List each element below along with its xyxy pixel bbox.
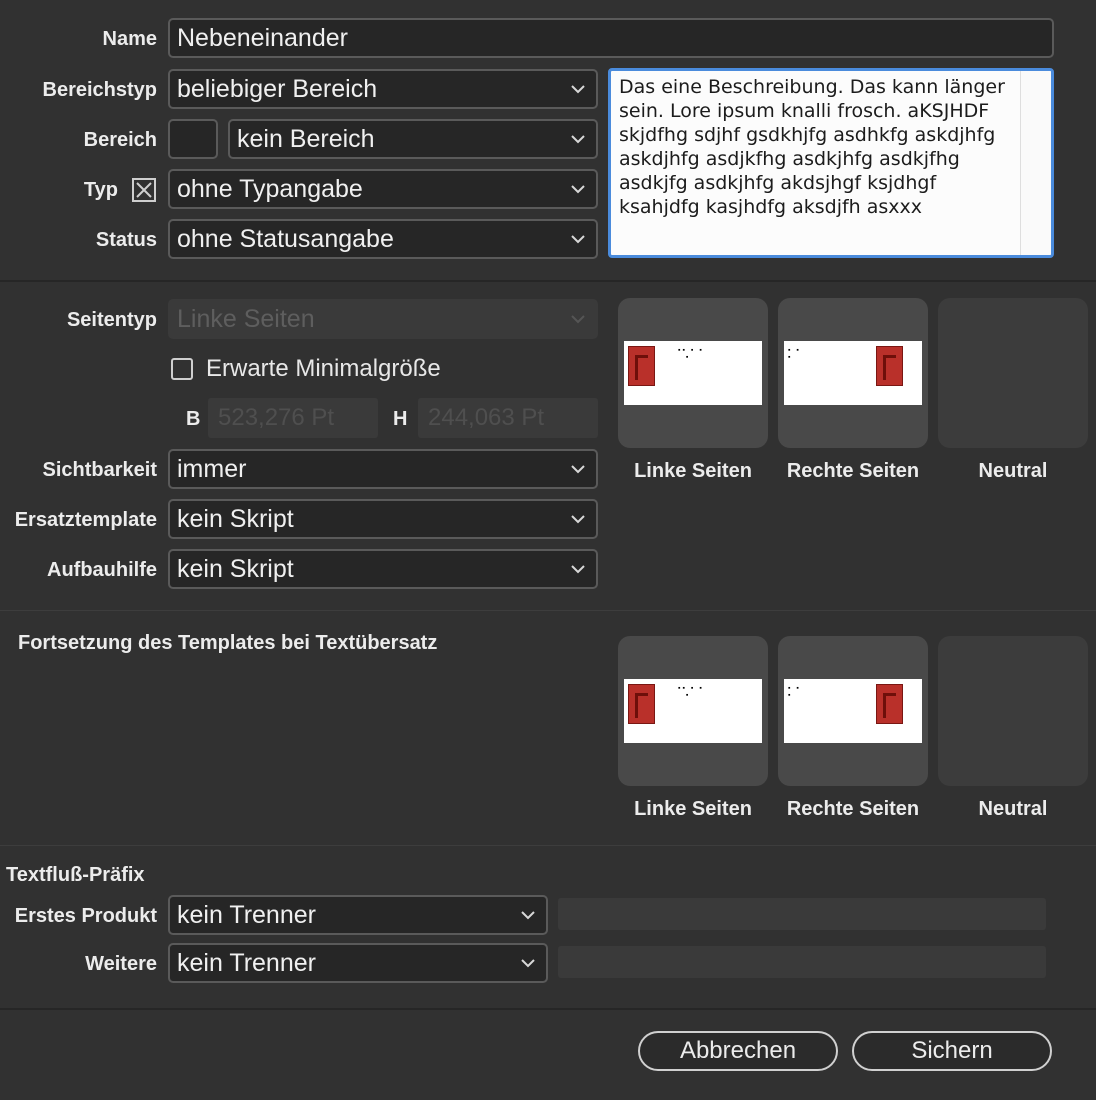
- description-textarea[interactable]: Das eine Beschreibung. Das kann länger s…: [608, 68, 1054, 258]
- further-text-input[interactable]: [558, 946, 1046, 978]
- chevron-down-icon: [570, 311, 586, 327]
- thumbnail-neutral-label: Neutral: [978, 798, 1048, 820]
- chevron-down-icon: [570, 461, 586, 477]
- chevron-down-icon: [570, 231, 586, 247]
- red-image: [628, 346, 655, 386]
- clear-box-icon[interactable]: [132, 178, 156, 202]
- first-product-select[interactable]: kein Trenner: [168, 895, 548, 935]
- divider: [0, 1008, 1096, 1010]
- save-button[interactable]: Sichern: [852, 1031, 1052, 1071]
- thumbnail-right-label: Rechte Seiten: [786, 798, 920, 820]
- text-dots: ▪ ▪ ▪: [788, 347, 801, 361]
- status-label: Status: [95, 229, 157, 251]
- sichtbarkeit-select[interactable]: immer: [168, 449, 598, 489]
- further-value: kein Trenner: [177, 949, 316, 977]
- page-preview: ▪ ▪ ▪: [784, 679, 922, 743]
- status-value: ohne Statusangabe: [177, 225, 394, 253]
- chevron-down-icon: [570, 81, 586, 97]
- typ-label: Typ: [83, 179, 118, 201]
- seitentyp-value: Linke Seiten: [177, 305, 315, 333]
- first-product-label: Erstes Produkt: [14, 905, 157, 927]
- seitentyp-select: Linke Seiten: [168, 299, 598, 339]
- thumbnail-right-label: Rechte Seiten: [786, 460, 920, 482]
- height-input[interactable]: 244,063 Pt: [418, 398, 598, 438]
- divider: [0, 845, 1096, 846]
- seitentyp-label: Seitentyp: [66, 309, 157, 331]
- typ-value: ohne Typangabe: [177, 175, 363, 203]
- bereichstyp-value: beliebiger Bereich: [177, 75, 378, 103]
- ersatztemplate-select[interactable]: kein Skript: [168, 499, 598, 539]
- chevron-down-icon: [570, 181, 586, 197]
- thumbnail-left-label: Linke Seiten: [634, 460, 752, 482]
- aufbauhilfe-label: Aufbauhilfe: [47, 559, 157, 581]
- aufbauhilfe-value: kein Skript: [177, 555, 294, 583]
- chevron-down-icon: [570, 561, 586, 577]
- first-product-value: kein Trenner: [177, 901, 316, 929]
- width-label: B: [186, 408, 201, 430]
- divider: [0, 610, 1096, 611]
- thumbnail-right-pages[interactable]: ▪ ▪ ▪: [778, 298, 928, 448]
- first-product-text-input[interactable]: [558, 898, 1046, 930]
- status-select[interactable]: ohne Statusangabe: [168, 219, 598, 259]
- thumbnail-neutral[interactable]: [938, 298, 1088, 448]
- thumbnail-neutral[interactable]: [938, 636, 1088, 786]
- ersatztemplate-value: kein Skript: [177, 505, 294, 533]
- thumbnail-neutral-label: Neutral: [978, 460, 1048, 482]
- page-preview: ▪▪ ▪ ▪ ▪: [624, 341, 762, 405]
- further-select[interactable]: kein Trenner: [168, 943, 548, 983]
- thumbnail-left-label: Linke Seiten: [634, 798, 752, 820]
- chevron-down-icon: [520, 907, 536, 923]
- bereichstyp-label: Bereichstyp: [42, 79, 158, 101]
- divider: [0, 280, 1096, 282]
- typ-select[interactable]: ohne Typangabe: [168, 169, 598, 209]
- min-size-checkbox[interactable]: [171, 358, 193, 380]
- thumbnail-left-pages[interactable]: ▪▪ ▪ ▪ ▪: [618, 636, 768, 786]
- further-label: Weitere: [85, 953, 157, 975]
- bereichstyp-select[interactable]: beliebiger Bereich: [168, 69, 598, 109]
- text-dots: ▪▪ ▪ ▪ ▪: [678, 685, 704, 699]
- name-input[interactable]: Nebeneinander: [168, 18, 1054, 58]
- description-text: Das eine Beschreibung. Das kann länger s…: [619, 76, 1005, 218]
- ersatztemplate-label: Ersatztemplate: [14, 509, 157, 531]
- thumbnail-left-pages[interactable]: ▪▪ ▪ ▪ ▪: [618, 298, 768, 448]
- chevron-down-icon: [570, 511, 586, 527]
- cancel-button[interactable]: Abbrechen: [638, 1031, 838, 1071]
- bereich-label: Bereich: [83, 129, 157, 151]
- page-preview: ▪▪ ▪ ▪ ▪: [624, 679, 762, 743]
- text-dots: ▪ ▪ ▪: [788, 685, 801, 699]
- chevron-down-icon: [570, 131, 586, 147]
- bereich-select[interactable]: kein Bereich: [228, 119, 598, 159]
- description-scrollbar[interactable]: [1020, 71, 1051, 255]
- width-input[interactable]: 523,276 Pt: [208, 398, 378, 438]
- sichtbarkeit-value: immer: [177, 455, 247, 483]
- red-image: [876, 346, 903, 386]
- red-image: [876, 684, 903, 724]
- height-label: H: [393, 408, 408, 430]
- name-label: Name: [102, 28, 157, 50]
- page-preview: ▪ ▪ ▪: [784, 341, 922, 405]
- red-image: [628, 684, 655, 724]
- sichtbarkeit-label: Sichtbarkeit: [42, 459, 157, 481]
- text-dots: ▪▪ ▪ ▪ ▪: [678, 347, 704, 361]
- min-size-label: Erwarte Minimalgröße: [206, 355, 441, 382]
- continuation-title: Fortsetzung des Templates bei Textübersa…: [18, 632, 438, 654]
- aufbauhilfe-select[interactable]: kein Skript: [168, 549, 598, 589]
- bereich-code-input[interactable]: [168, 119, 218, 159]
- chevron-down-icon: [520, 955, 536, 971]
- bereich-value: kein Bereich: [237, 125, 375, 153]
- textflow-title: Textfluß-Präfix: [6, 864, 145, 886]
- thumbnail-right-pages[interactable]: ▪ ▪ ▪: [778, 636, 928, 786]
